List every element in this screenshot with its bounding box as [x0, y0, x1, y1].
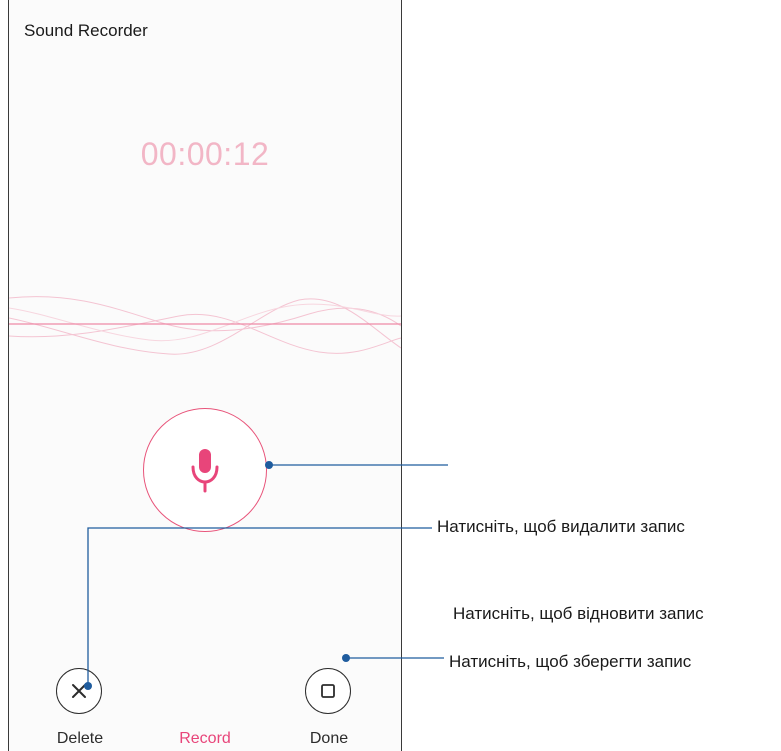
- microphone-icon: [191, 449, 219, 493]
- recording-timer: 00:00:12: [140, 136, 270, 172]
- app-title: Sound Recorder: [24, 21, 148, 40]
- done-button[interactable]: [305, 668, 351, 714]
- callout-done-text: Натисніть, щоб зберегти запис: [449, 652, 692, 671]
- close-icon: [72, 684, 86, 698]
- record-button[interactable]: [143, 408, 267, 532]
- callout-delete-text: Натисніть, щоб видалити запис: [437, 517, 685, 536]
- audio-waveform: [9, 296, 401, 355]
- delete-button[interactable]: [56, 668, 102, 714]
- delete-label: Delete: [56, 730, 104, 747]
- record-label: Record: [179, 730, 231, 747]
- sound-recorder-screen: Sound Recorder 00:00:12 Delete Record Do…: [8, 0, 402, 751]
- callout-record-text: Натисніть, щоб відновити запис: [453, 604, 704, 623]
- done-label: Done: [309, 730, 349, 747]
- stop-square-icon: [321, 684, 335, 698]
